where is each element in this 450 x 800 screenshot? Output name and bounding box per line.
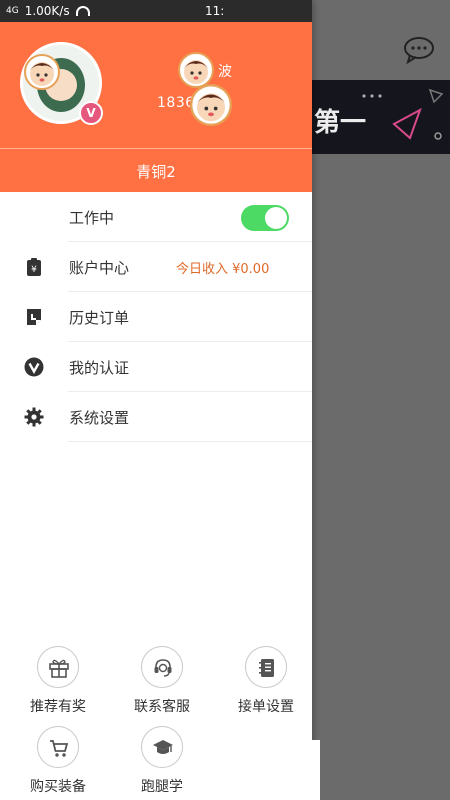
menu-item-label: 历史订单 [69, 308, 130, 327]
face-sticker-icon [190, 84, 232, 126]
profile-header: V 波 1836 035 [0, 22, 312, 150]
navigation-drawer: 4G 1.00K/s 11: V 波 1836 青铜2 工作中 ¥ 账户中心 今… [0, 0, 320, 800]
order-history-icon [27, 309, 41, 325]
menu-item-verification[interactable]: 我的认证 [0, 342, 312, 392]
verified-badge: V [79, 101, 103, 125]
menu-item-label: 工作中 [69, 208, 115, 227]
clock: 11: [205, 4, 225, 18]
wifi-icon [75, 6, 90, 16]
signal-indicator: 4G [6, 6, 19, 16]
shortcut-grid: 推荐有奖 联系客服 接单设置 购买装备 跑腿学 [0, 640, 320, 800]
network-speed: 1.00K/s [24, 4, 70, 18]
working-toggle[interactable] [241, 205, 289, 231]
shortcut-label: 推荐有奖 [30, 699, 86, 715]
divider [68, 441, 312, 442]
menu-item-working: 工作中 [0, 192, 312, 242]
gear-icon [24, 407, 44, 427]
gift-icon [49, 659, 69, 678]
shortcut-referral[interactable]: 推荐有奖 [13, 646, 103, 716]
shortcut-buy-equipment[interactable]: 购买装备 [13, 726, 103, 796]
svg-text:¥: ¥ [31, 265, 37, 275]
level-bar[interactable]: 青铜2 [0, 150, 312, 192]
bottom-fade [180, 740, 320, 800]
shortcut-customer-service[interactable]: 联系客服 [117, 646, 207, 716]
wallet-icon: ¥ [27, 258, 41, 276]
chat-icon[interactable] [402, 36, 436, 65]
drawer-menu: 工作中 ¥ 账户中心 今日收入 ¥0.00 历史订单 我的认证 系统设置 [0, 192, 312, 442]
menu-item-account-center[interactable]: ¥ 账户中心 今日收入 ¥0.00 [0, 242, 312, 292]
level-label: 青铜2 [136, 162, 176, 181]
shortcut-label: 接单设置 [238, 699, 294, 715]
toggle-knob [265, 207, 287, 229]
notebook-icon [259, 659, 274, 677]
graduation-cap-icon [153, 740, 173, 754]
shortcut-order-settings[interactable]: 接单设置 [221, 646, 311, 716]
cart-icon [50, 740, 69, 757]
headset-icon [154, 659, 172, 677]
menu-item-label: 系统设置 [69, 408, 130, 427]
today-income: 今日收入 ¥0.00 [176, 261, 270, 277]
menu-item-order-history[interactable]: 历史订单 [0, 292, 312, 342]
face-sticker-icon [24, 54, 60, 90]
shortcut-label: 联系客服 [134, 699, 190, 715]
promo-banner[interactable]: 第一 [312, 80, 450, 154]
face-sticker-icon [178, 52, 214, 88]
status-bar: 4G 1.00K/s 11: [0, 0, 312, 22]
header-divider [0, 148, 312, 149]
menu-item-label: 我的认证 [69, 358, 130, 377]
menu-item-label: 账户中心 [69, 258, 130, 277]
verification-icon [24, 357, 44, 377]
shortcut-label: 购买装备 [30, 779, 86, 795]
user-name: 波 [218, 64, 232, 80]
menu-item-settings[interactable]: 系统设置 [0, 392, 312, 442]
